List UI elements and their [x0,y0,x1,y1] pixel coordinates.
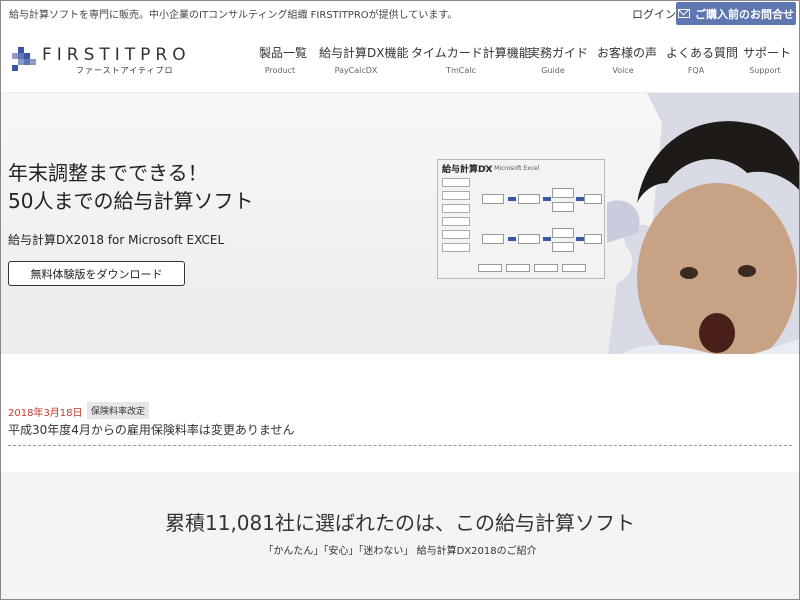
nav-item-voice[interactable]: お客様の声 Voice [597,44,658,75]
flow-arrow-icon [508,197,516,201]
software-flow-box [478,264,502,272]
nav-sublabel: TmCalc [446,66,476,75]
nav-sublabel: FQA [687,66,705,75]
flow-arrow-icon [543,237,551,241]
news-section: 2018年3月18日 保険料率改定 平成30年度4月からの雇用保険料率は変更あり… [1,354,799,466]
hero-title: 年末調整までできる！ 50人までの給与計算ソフト [8,159,253,215]
software-flow-box [562,264,586,272]
software-screenshot-subtitle: for Microsoft Excel [484,165,540,172]
software-flow-box [518,234,540,244]
flow-arrow-icon [508,237,516,241]
flow-arrow-icon [543,197,551,201]
software-flow-box [552,242,574,252]
contact-button[interactable]: ご購入前のお問合せ [676,2,796,25]
software-flow-box [482,194,504,204]
nav-item-product[interactable]: 製品一覧 Product [259,44,308,75]
nav-label: サポート [743,46,792,60]
nav-label: 給与計算DX機能 [319,46,409,60]
nav-label: お客様の声 [597,46,658,60]
nav-item-support[interactable]: サポート Support [743,44,792,75]
software-flow-box [518,194,540,204]
nav-label: 実務ガイド [528,46,589,60]
news-divider [8,445,792,446]
software-flow-box [552,188,574,198]
news-item-link[interactable]: 平成30年度4月からの雇用保険料率は変更ありません [8,421,295,438]
main-nav: 製品一覧 Product 給与計算DX機能 PayCalcDX タイムカード計算… [1,44,799,84]
nav-item-paycalcdx[interactable]: 給与計算DX機能 PayCalcDX [319,44,409,75]
login-link[interactable]: ログイン [632,6,676,22]
nav-sublabel: Guide [541,66,565,75]
nav-item-guide[interactable]: 実務ガイド Guide [528,44,589,75]
hero-banner: 年末調整までできる！ 50人までの給与計算ソフト 給与計算DX2018 for … [1,93,799,354]
site-header: FIRSTITPRO ファーストアイティプロ 製品一覧 Product 給与計算… [1,25,799,93]
software-flow-box [506,264,530,272]
software-flow-box [584,234,602,244]
nav-label: 製品一覧 [259,46,308,60]
hero-title-line-1: 年末調整までできる！ [8,161,208,185]
site-tagline: 給与計算ソフトを専門に販売。中小企業のITコンサルティング組織 FIRSTITP… [9,10,458,21]
software-side-menu [442,178,472,268]
nav-item-tmcalc[interactable]: タイムカード計算機能 TmCalc [411,44,531,75]
contact-label: ご購入前のお問合せ [695,7,794,21]
nav-sublabel: PayCalcDX [334,66,378,75]
top-strip: 給与計算ソフトを専門に販売。中小企業のITコンサルティング組織 FIRSTITP… [1,1,799,25]
software-flow-box [584,194,602,204]
nav-sublabel: Voice [612,66,634,75]
mail-icon [678,9,690,18]
software-flow-box [552,228,574,238]
news-date: 2018年3月18日 [8,408,83,419]
software-flow-box [552,202,574,212]
download-trial-button[interactable]: 無料体験版をダウンロード [8,261,185,286]
nav-label: よくある質問 [666,46,739,60]
flow-arrow-icon [576,237,584,241]
nav-sublabel: Product [264,66,296,75]
hero-title-line-2: 50人までの給与計算ソフト [8,189,254,213]
browser-frame: 給与計算ソフトを専門に販売。中小企業のITコンサルティング組織 FIRSTITP… [0,0,800,600]
hero-product-name: 給与計算DX2018 for Microsoft EXCEL [8,233,225,247]
intro-section: 累積11,081社に選ばれたのは、この給与計算ソフト 「かんたん」「安心」「迷わ… [1,472,799,599]
news-category-badge: 保険料率改定 [87,402,150,419]
software-screenshot: 給与計算DX for Microsoft Excel [437,159,605,279]
software-flow-box [482,234,504,244]
intro-subtitle: 「かんたん」「安心」「迷わない」 給与計算DX2018のご紹介 [263,546,537,557]
flow-arrow-icon [576,197,584,201]
nav-label: タイムカード計算機能 [411,46,531,60]
software-flow-box [534,264,558,272]
nav-sublabel: Support [749,66,781,75]
nav-item-faq[interactable]: よくある質問 FQA [666,44,739,75]
hero-photo [607,93,799,354]
intro-title: 累積11,081社に選ばれたのは、この給与計算ソフト [165,511,635,535]
